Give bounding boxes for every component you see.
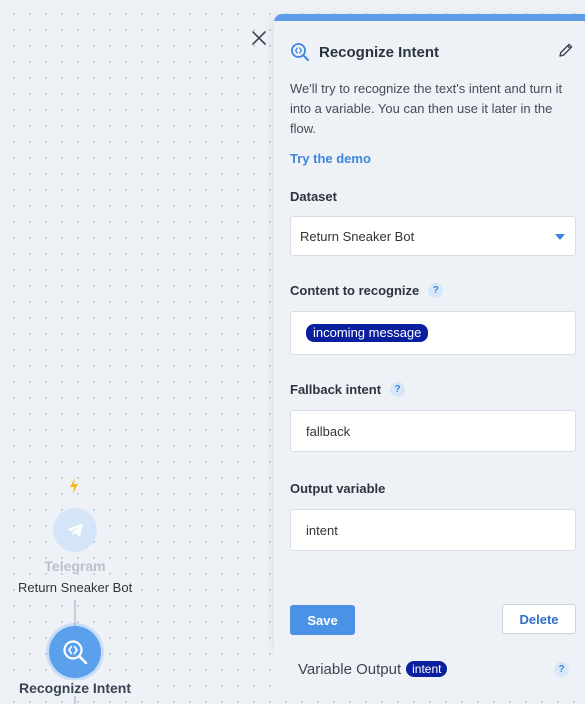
telegram-node-title: Telegram	[44, 558, 106, 574]
pencil-icon	[559, 43, 573, 57]
fallback-label-text: Fallback intent	[290, 382, 382, 397]
recognize-intent-node-title: Recognize Intent	[0, 680, 150, 696]
dataset-value: Return Sneaker Bot	[300, 228, 415, 244]
dataset-label: Dataset	[290, 189, 337, 204]
fallback-intent-value: fallback	[306, 423, 351, 439]
recognize-intent-icon	[63, 640, 88, 665]
telegram-node-subtitle: Return Sneaker Bot	[16, 579, 135, 596]
content-label: Content to recognize ?	[290, 283, 444, 298]
flow-connector	[74, 600, 76, 626]
lightning-bolt-icon	[70, 478, 78, 494]
recognize-intent-node[interactable]	[49, 626, 101, 678]
variable-output-label: Variable Output	[298, 660, 402, 678]
save-button[interactable]: Save	[290, 605, 355, 635]
panel-title: Recognize Intent	[319, 43, 440, 61]
fallback-label: Fallback intent ?	[290, 382, 406, 397]
panel-accent-bar	[274, 14, 585, 21]
telegram-node[interactable]	[53, 508, 97, 552]
output-variable-value: intent	[306, 522, 338, 538]
close-icon	[252, 31, 266, 45]
variable-tag: incoming message	[306, 324, 429, 342]
settings-panel: Recognize Intent We'll try to recognize …	[274, 14, 585, 650]
variable-output-tag: intent	[406, 661, 448, 677]
close-panel-button[interactable]	[250, 29, 268, 47]
help-icon[interactable]: ?	[428, 283, 444, 298]
help-icon[interactable]: ?	[390, 382, 406, 397]
output-variable-input[interactable]: intent	[290, 509, 576, 551]
variable-output-row: Variable Output intent ?	[274, 650, 585, 688]
panel-description: We'll try to recognize the text's intent…	[290, 81, 563, 136]
content-label-text: Content to recognize	[290, 283, 420, 298]
edit-title-button[interactable]	[557, 41, 575, 59]
recognize-intent-icon	[291, 43, 309, 61]
content-to-recognize-input[interactable]: incoming message	[290, 311, 576, 355]
help-icon[interactable]: ?	[554, 662, 569, 677]
telegram-plane-icon	[67, 523, 83, 537]
output-label: Output variable	[290, 481, 385, 496]
dataset-select[interactable]: Return Sneaker Bot	[290, 216, 576, 256]
fallback-intent-input[interactable]: fallback	[290, 410, 576, 452]
try-demo-link[interactable]: Try the demo	[290, 151, 371, 166]
output-label-text: Output variable	[290, 481, 386, 496]
dropdown-arrow-icon	[555, 234, 565, 240]
delete-button[interactable]: Delete	[502, 604, 576, 634]
flow-connector	[74, 696, 76, 704]
dataset-label-text: Dataset	[290, 189, 337, 204]
panel-header: Recognize Intent	[290, 42, 575, 62]
